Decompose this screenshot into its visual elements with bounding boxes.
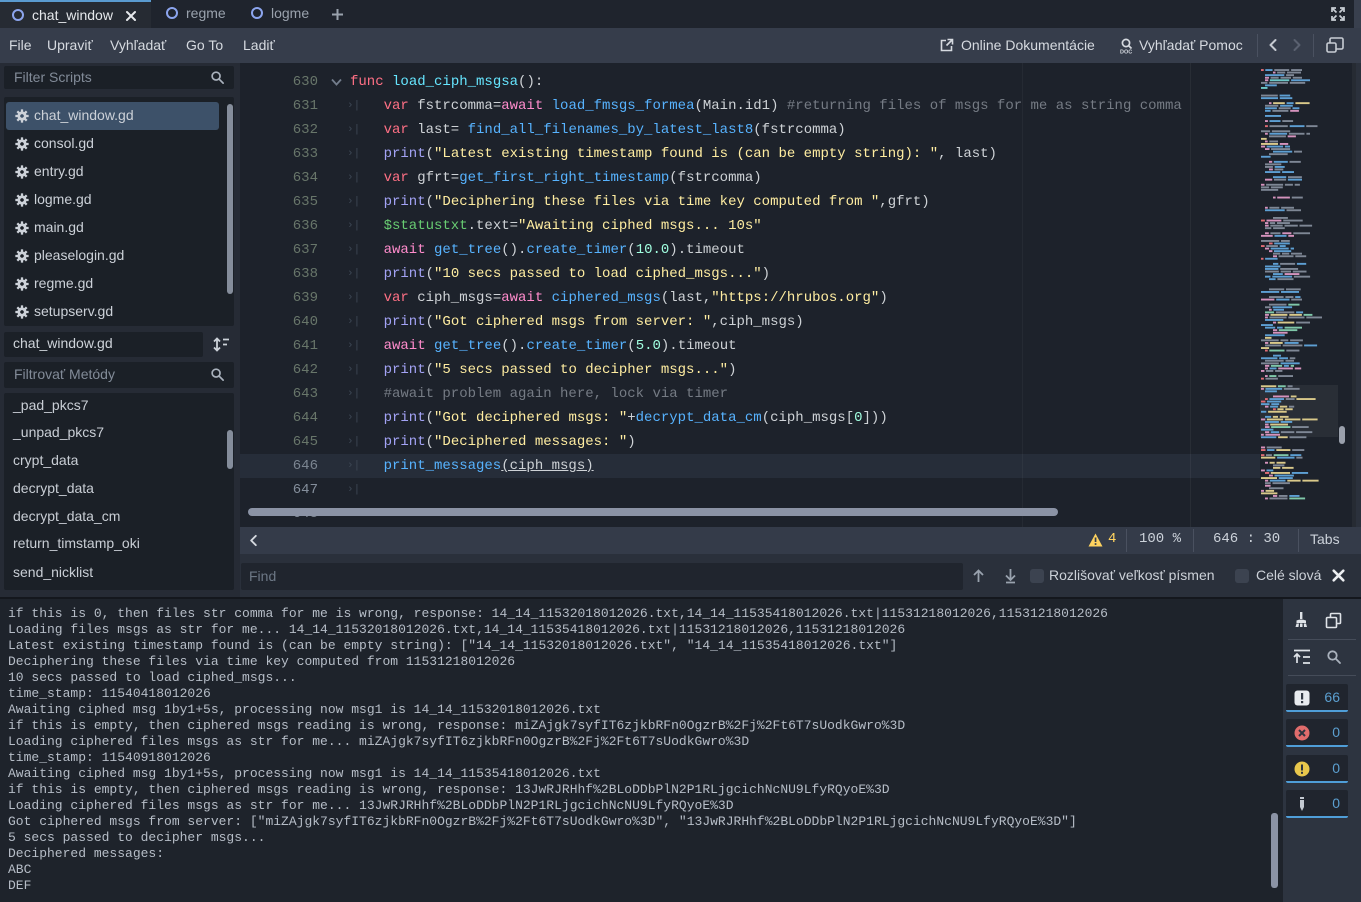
svg-text:DOC: DOC (1120, 50, 1132, 56)
